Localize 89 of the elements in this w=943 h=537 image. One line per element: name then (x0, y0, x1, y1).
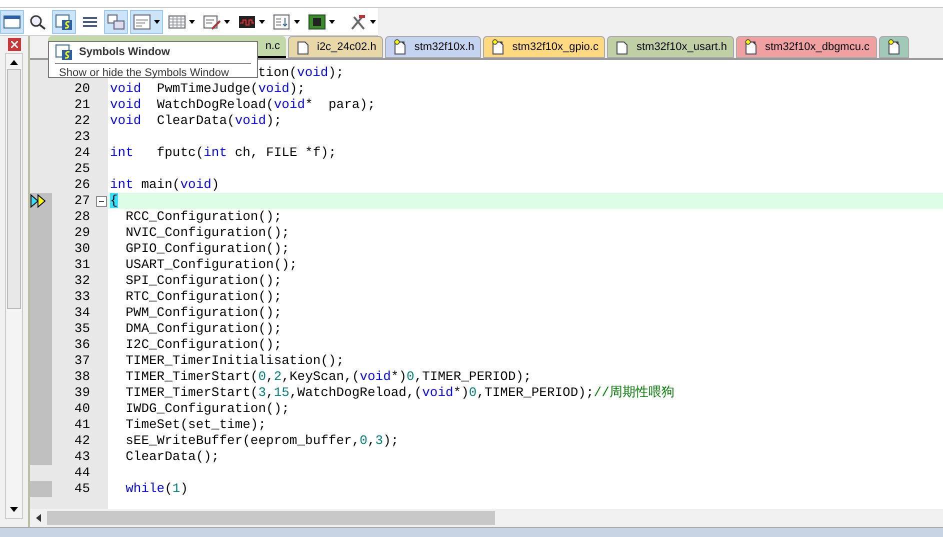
code-line: SPI_Configuration(); (124, 273, 282, 288)
code-line: NVIC_Configuration(); (124, 225, 290, 240)
scroll-thumb[interactable] (47, 511, 495, 525)
toolbar-button[interactable] (130, 10, 163, 34)
waveform-icon (238, 14, 256, 30)
toolbar-button[interactable] (0, 10, 24, 34)
window-icon (3, 14, 21, 30)
code-line: TIMER_TimerInitialisation(); (124, 353, 344, 368)
key-file-icon (490, 39, 506, 55)
code-line: sEE_WriteBuffer(eeprom_buffer,0,3); (124, 433, 399, 448)
key-file-icon (742, 39, 759, 55)
horizontal-scrollbar[interactable] (30, 509, 943, 527)
file-icon (614, 39, 630, 55)
tooltip-title: Symbols Window (79, 45, 170, 60)
code-line: ClearData(); (124, 449, 220, 464)
line-number: 36 (74, 337, 90, 352)
file-tab[interactable]: stm32f10x.h (385, 36, 482, 58)
fold-minus-icon[interactable] (96, 196, 106, 206)
close-icon (10, 41, 18, 48)
file-icon (295, 39, 311, 55)
code-line: TIMER_TimerStart(0,2,KeyScan,(void*)0,TIMER_PERIOD); (124, 369, 532, 384)
code-line: IWDG_Configuration(); (124, 401, 290, 416)
file-tab[interactable]: stm32f10x_dbgmcu.c (736, 36, 877, 58)
tooltip-description: Show or hide the Symbols Window (58, 66, 230, 80)
code-line: TIMER_TimerStart(3,15,WatchDogReload,(void*)0,TIMER_PERIOD);//周期性喂狗 (124, 385, 674, 400)
scroll-thumb[interactable] (7, 69, 21, 309)
file-tab[interactable]: i2c_24c02.h (288, 36, 384, 58)
line-number: 44 (74, 465, 90, 480)
dialog-icon (133, 14, 151, 30)
line-number: 33 (74, 289, 90, 304)
line-number: 27 (74, 193, 90, 208)
circuit-board-icon (308, 14, 326, 30)
line-number: 43 (74, 449, 90, 464)
line-number: 23 (74, 129, 90, 144)
code-line: void ClearData(void); (110, 113, 282, 128)
list-download-icon (273, 14, 291, 30)
symbols-window-icon (55, 44, 73, 60)
line-number: 22 (74, 113, 90, 128)
line-number: 25 (74, 161, 90, 176)
line-number: 38 (74, 369, 90, 384)
line-number: 24 (74, 145, 90, 160)
code-line: DMA_Configuration(); (124, 321, 282, 336)
line-number: 37 (74, 353, 90, 368)
line-number: 39 (74, 385, 90, 400)
line-number: 28 (74, 209, 90, 224)
code-line: TimeSet(set_time); (124, 417, 266, 432)
code-line: void PwmTimeJudge(void); (110, 81, 306, 96)
toolbar-button[interactable] (52, 10, 76, 34)
code-line: RCC_Configuration(); (124, 209, 282, 224)
code-line: I2C_Configuration(); (124, 337, 282, 352)
code-line: tion(void); (258, 65, 344, 80)
code-editor[interactable] (30, 60, 943, 527)
file-tab[interactable] (878, 36, 909, 58)
key-file-icon (886, 39, 902, 55)
line-number: 31 (74, 257, 90, 272)
toolbar-button[interactable] (104, 10, 128, 34)
scroll-up-icon (10, 60, 18, 65)
line-number: 45 (74, 481, 90, 496)
file-tab[interactable]: stm32f10x_gpio.c (483, 36, 606, 58)
grid-icon (168, 14, 186, 30)
key-file-icon (392, 39, 408, 55)
pen-document-icon (203, 14, 221, 30)
line-number: 20 (74, 81, 90, 96)
line-number: 42 (74, 433, 90, 448)
magnifier-icon (29, 14, 47, 30)
line-number: 29 (74, 225, 90, 240)
code-line: int main(void) (110, 177, 220, 192)
code-line: while(1) (124, 481, 188, 496)
line-number: 41 (74, 417, 90, 432)
code-line: GPIO_Configuration(); (124, 241, 290, 256)
file-tab[interactable]: stm32f10x_usart.h (607, 36, 734, 58)
scroll-down-icon (10, 507, 18, 512)
code-line: int fputc(int ch, FILE *f); (110, 145, 336, 160)
code-line: PWM_Configuration(); (124, 305, 282, 320)
line-number: 30 (74, 241, 90, 256)
code-line: RTC_Configuration(); (124, 289, 282, 304)
line-number: 32 (74, 273, 90, 288)
code-line: void WatchDogReload(void* para); (110, 97, 376, 112)
symbols-window-icon (55, 14, 73, 30)
vertical-scrollbar[interactable] (5, 53, 23, 519)
stacked-windows-icon (107, 14, 125, 30)
code-line: USART_Configuration(); (124, 257, 298, 272)
line-number: 34 (74, 305, 90, 320)
line-number: 35 (74, 321, 90, 336)
scroll-left-icon (36, 514, 41, 522)
close-button[interactable] (8, 38, 20, 51)
line-number: 40 (74, 401, 90, 416)
line-number: 26 (74, 177, 90, 192)
line-number: 21 (74, 97, 90, 112)
